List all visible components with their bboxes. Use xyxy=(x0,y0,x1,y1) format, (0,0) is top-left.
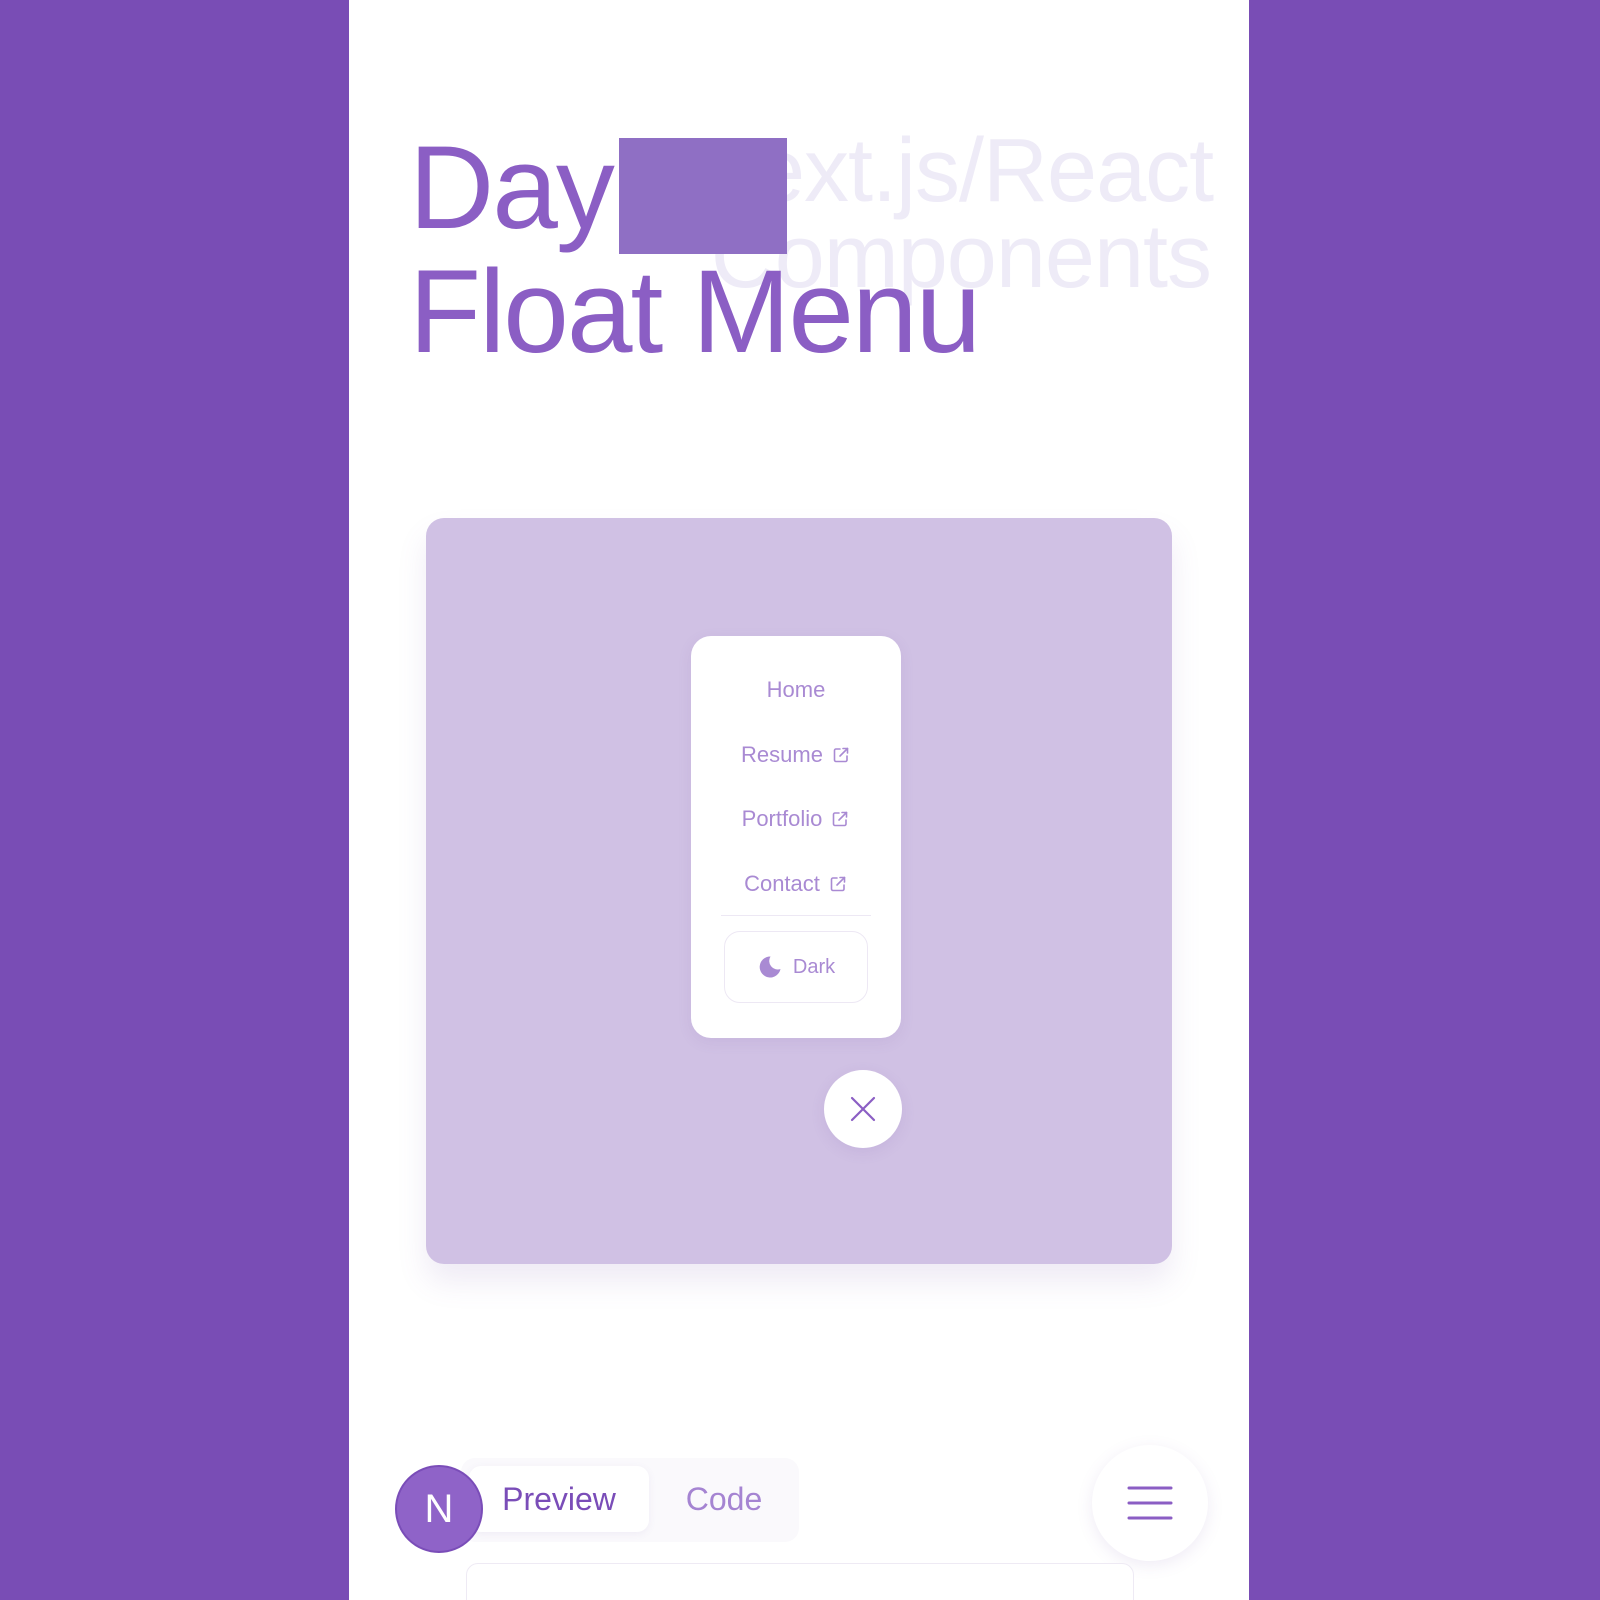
hamburger-menu-button[interactable] xyxy=(1092,1445,1208,1561)
page-title: Day Float Menu xyxy=(409,129,981,378)
close-icon xyxy=(850,1096,876,1122)
code-panel xyxy=(466,1563,1134,1600)
nextjs-avatar-button[interactable]: N xyxy=(395,1465,483,1553)
menu-list: Home Resume Portfolio Contact xyxy=(691,658,901,916)
title-line-2: Float Menu xyxy=(409,246,981,378)
tab-code[interactable]: Code xyxy=(659,1466,789,1532)
hamburger-icon xyxy=(1127,1486,1173,1520)
float-menu-panel: Home Resume Portfolio Contact Dark xyxy=(691,636,901,1038)
menu-item-label: Contact xyxy=(744,870,820,896)
menu-item-portfolio[interactable]: Portfolio xyxy=(691,787,901,852)
dark-mode-toggle-button[interactable]: Dark xyxy=(724,931,868,1003)
menu-item-label: Home xyxy=(766,677,826,703)
dark-mode-label: Dark xyxy=(792,955,836,978)
menu-item-resume[interactable]: Resume xyxy=(691,723,901,788)
external-link-icon xyxy=(833,747,849,763)
menu-item-label: Portfolio xyxy=(741,806,823,832)
moon-icon xyxy=(759,956,781,978)
tab-preview[interactable]: Preview xyxy=(469,1466,649,1532)
view-tabs: Preview Code xyxy=(461,1458,799,1542)
external-link-icon xyxy=(833,811,848,827)
title-line-1: Day xyxy=(409,129,979,254)
page: Next.js/React Components Day Float Menu … xyxy=(349,0,1249,1600)
close-menu-button[interactable] xyxy=(824,1070,902,1148)
title-day: Day xyxy=(409,122,615,254)
external-link-icon xyxy=(830,876,846,892)
day-number-redaction-block xyxy=(618,138,787,254)
menu-item-home[interactable]: Home xyxy=(691,658,901,723)
preview-card: Home Resume Portfolio Contact Dark xyxy=(426,518,1172,1264)
menu-divider xyxy=(721,915,871,916)
menu-item-contact[interactable]: Contact xyxy=(691,852,901,917)
menu-item-label: Resume xyxy=(741,741,823,767)
